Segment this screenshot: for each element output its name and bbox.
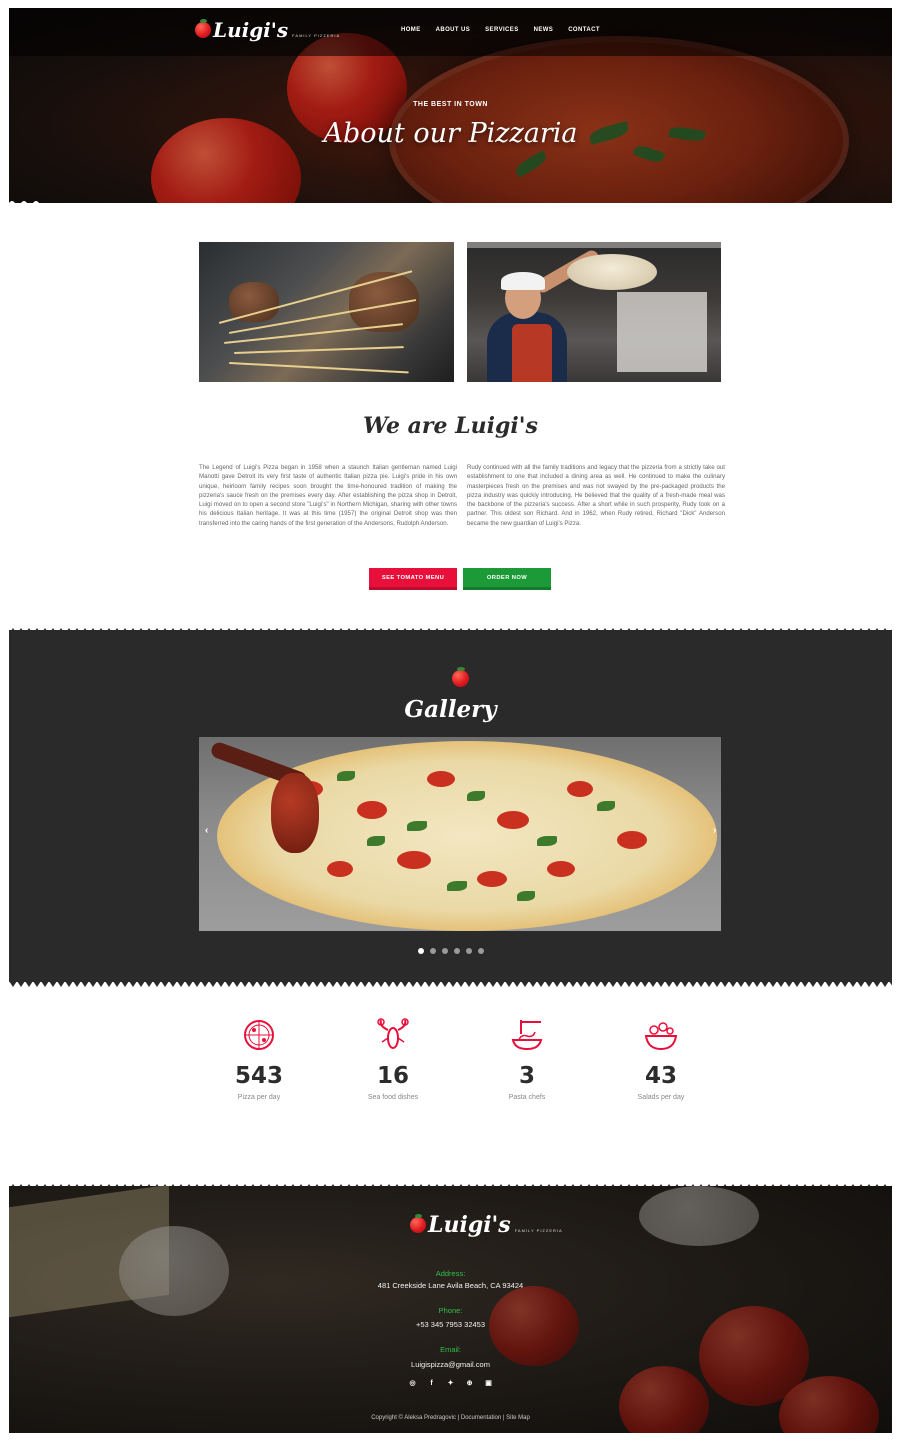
stat-label: Pasta chefs <box>508 1094 546 1101</box>
photo-pizza-boxes <box>617 292 707 372</box>
stat-value: 543 <box>234 1063 283 1089</box>
brand-name: Luigi's <box>213 18 289 42</box>
gallery-pagination <box>9 948 892 954</box>
phone-value[interactable]: +53 345 7953 32453 <box>9 1320 892 1329</box>
pizza-sauce <box>327 861 353 877</box>
hero-kicker: THE BEST IN TOWN <box>413 101 488 108</box>
social-links: ◎ f ✦ ⊕ ▣ <box>9 1380 892 1388</box>
tomato-icon <box>195 19 211 38</box>
copyright: Copyright © Aleksa Predragovic | Documen… <box>371 1415 530 1421</box>
pizza-basil <box>367 836 385 846</box>
nav-item-home[interactable]: HOME <box>401 27 421 33</box>
pasta-icon <box>511 1020 543 1051</box>
stat-value: 43 <box>644 1063 677 1089</box>
nav-item-services[interactable]: SERVICES <box>485 27 518 33</box>
see-menu-button[interactable]: SEE TOMATO MENU <box>369 568 457 590</box>
gallery-slide[interactable] <box>199 737 721 931</box>
brand-tagline: FAMILY PIZZERIA <box>514 1227 563 1233</box>
nav-item-about-us[interactable]: ABOUT US <box>436 27 471 33</box>
photo-noodle <box>233 346 404 354</box>
nav-item-news[interactable]: NEWS <box>534 27 554 33</box>
page-frame: Luigi's FAMILY PIZZERIA HOME ABOUT US SE… <box>9 8 892 1433</box>
pizza-basil <box>597 801 615 811</box>
address-value: 481 Creekside Lane Avila Beach, CA 93424 <box>377 1281 524 1290</box>
footer: Luigi's FAMILY PIZZERIA Address: 481 Cre… <box>9 1186 892 1433</box>
photo-chef-apron <box>512 324 552 382</box>
brand-tagline: FAMILY PIZZERIA <box>292 32 341 38</box>
about-photo-pasta <box>199 242 454 382</box>
tomato-icon <box>452 667 469 687</box>
salad-icon <box>644 1022 678 1051</box>
stat-seafood: 16 Sea food dishes <box>348 1018 438 1101</box>
hero-section: Luigi's FAMILY PIZZERIA HOME ABOUT US SE… <box>9 8 892 203</box>
pizza-icon <box>244 1020 274 1050</box>
pizza-sauce <box>427 771 455 787</box>
gallery-prev-arrow[interactable]: ‹ <box>205 825 208 836</box>
pizza-basil <box>337 771 355 781</box>
hero-zigzag-edge <box>9 201 892 207</box>
footer-logo[interactable]: Luigi's FAMILY PIZZERIA <box>410 1214 563 1236</box>
pizza-sauce <box>547 861 575 877</box>
navbar: Luigi's FAMILY PIZZERIA HOME ABOUT US SE… <box>9 8 892 56</box>
pizza-sauce <box>617 831 647 849</box>
nav-menu: HOME ABOUT US SERVICES NEWS CONTACT <box>401 27 600 33</box>
gallery-zigzag-bottom <box>9 981 892 989</box>
gallery-dot[interactable] <box>429 948 436 954</box>
nav-item-contact[interactable]: CONTACT <box>568 27 600 33</box>
about-title: We are Luigi's <box>363 413 538 439</box>
stat-label: Pizza per day <box>237 1094 281 1101</box>
photo-chef-cap <box>501 272 545 290</box>
dribbble-icon[interactable]: ⊕ <box>466 1380 474 1388</box>
gallery-dot[interactable] <box>477 948 484 954</box>
pizza-basil <box>407 821 427 831</box>
hero-title: About our Pizzaria <box>323 118 578 149</box>
gallery-title: Gallery <box>404 696 497 723</box>
lobster-icon <box>377 1018 409 1049</box>
gallery-dot[interactable] <box>465 948 472 954</box>
photo-shelf <box>467 242 721 248</box>
address-label: Address: <box>435 1269 466 1278</box>
instagram-icon[interactable]: ◎ <box>409 1380 417 1388</box>
facebook-icon[interactable]: f <box>428 1380 436 1388</box>
stat-value: 16 <box>376 1063 409 1089</box>
twitter-icon[interactable]: ✦ <box>447 1380 455 1388</box>
stat-pasta: 3 Pasta chefs <box>482 1018 572 1101</box>
stat-label: Salads per day <box>637 1094 685 1101</box>
order-now-button[interactable]: ORDER NOW <box>463 568 551 590</box>
stat-label: Sea food dishes <box>367 1094 419 1101</box>
gallery-dot[interactable] <box>441 948 448 954</box>
about-photo-chef <box>467 242 721 382</box>
phone-label: Phone: <box>438 1306 463 1315</box>
about-text-right: Rudy continued with all the family tradi… <box>467 464 725 527</box>
stat-value: 3 <box>518 1063 535 1089</box>
pizza-basil <box>467 791 485 801</box>
gallery-dot[interactable] <box>417 948 424 954</box>
pizza-basil <box>517 891 535 901</box>
tomato-icon <box>410 1214 426 1233</box>
email-label: Email: <box>440 1345 461 1354</box>
pizza-sauce <box>397 851 431 869</box>
photo-hand <box>229 282 279 322</box>
brand-name: Luigi's <box>428 1212 511 1238</box>
email-value[interactable]: Luigispizza@gmail.com <box>9 1360 892 1369</box>
pizza-sauce <box>497 811 529 829</box>
gallery-dot[interactable] <box>453 948 460 954</box>
photo-noodle <box>223 323 404 344</box>
stat-pizza: 543 Pizza per day <box>214 1018 304 1101</box>
photo-pizza-dough <box>567 254 657 290</box>
pizza-basil <box>537 836 557 846</box>
pizza-sauce <box>567 781 593 797</box>
youtube-icon[interactable]: ▣ <box>485 1380 493 1388</box>
photo-noodle <box>228 362 409 374</box>
brand-logo[interactable]: Luigi's FAMILY PIZZERIA <box>195 18 341 42</box>
gallery-section: Gallery ‹ › <box>9 630 892 982</box>
gallery-next-arrow[interactable]: › <box>713 825 716 836</box>
pizza-basil <box>447 881 467 891</box>
ladle-cup-image <box>271 773 319 853</box>
pizza-sauce <box>477 871 507 887</box>
pizza-sauce <box>357 801 387 819</box>
about-text-left: The Legend of Luigi's Pizza began in 195… <box>199 464 457 527</box>
stat-salads: 43 Salads per day <box>616 1018 706 1101</box>
